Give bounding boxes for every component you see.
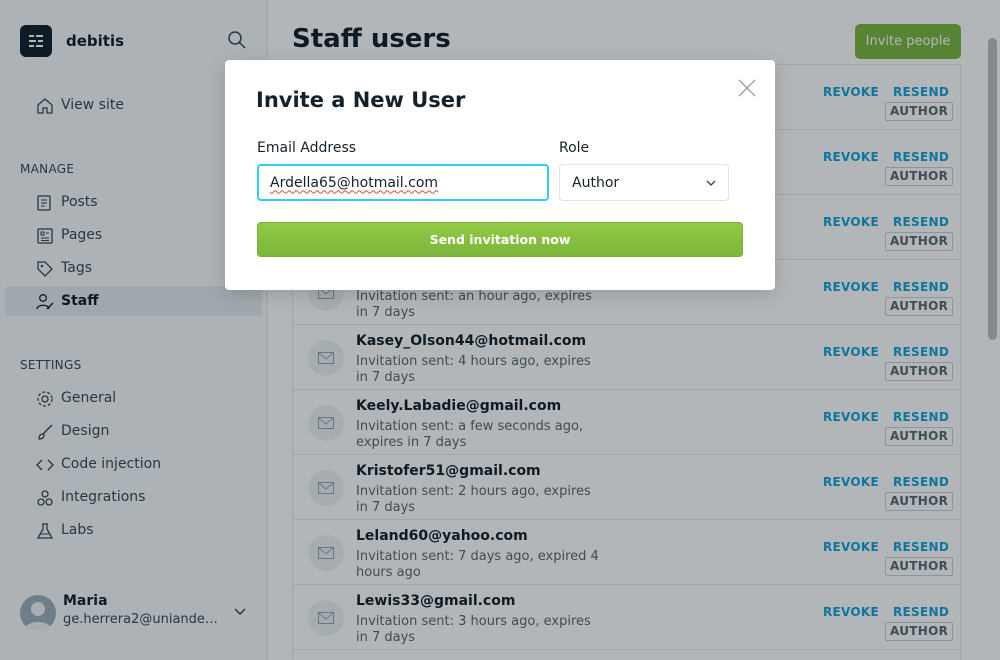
email-address-label: Email Address [257, 140, 357, 156]
email-field-value: Ardella65@hotmail.com [270, 174, 439, 191]
role-label: Role [559, 140, 590, 156]
chevron-down-icon [705, 177, 717, 189]
role-select-value: Author [572, 174, 620, 191]
email-field[interactable]: Ardella65@hotmail.com [257, 164, 549, 201]
modal-title: Invite a New User [256, 88, 466, 112]
invite-user-modal: Invite a New User Email Address Ardella6… [225, 60, 775, 290]
role-select[interactable]: Author [559, 164, 729, 201]
send-invitation-button[interactable]: Send invitation now [257, 222, 743, 257]
close-icon[interactable] [736, 77, 758, 99]
